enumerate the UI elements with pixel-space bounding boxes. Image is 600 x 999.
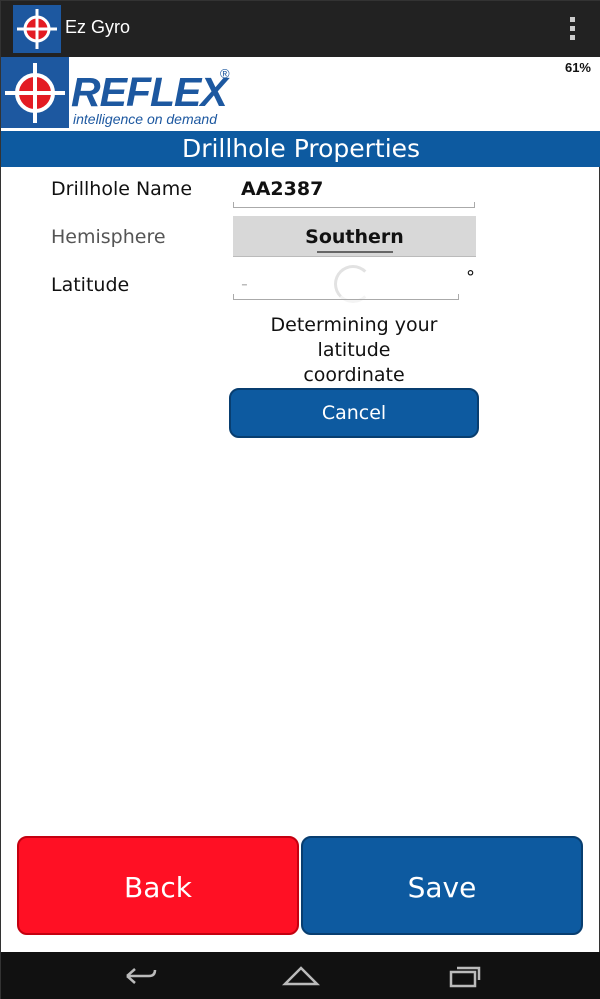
brand-header: REFLEX ® intelligence on demand 61%: [1, 57, 600, 131]
drillhole-name-input[interactable]: AA2387: [241, 178, 323, 200]
reflex-logo-icon: [1, 57, 69, 128]
hemisphere-label: Hemisphere: [51, 226, 166, 248]
hemisphere-value: Southern: [305, 226, 404, 248]
overflow-menu-icon[interactable]: [567, 17, 577, 43]
back-nav-icon[interactable]: [115, 962, 163, 990]
action-bar: Ez Gyro: [1, 1, 600, 57]
logo-wordmark: REFLEX: [71, 69, 228, 115]
status-line: Determining your: [270, 314, 438, 336]
latitude-underline: [233, 294, 459, 300]
latitude-label: Latitude: [51, 274, 130, 296]
latitude-unit: °: [466, 267, 475, 288]
back-button[interactable]: Back: [17, 836, 299, 935]
latitude-input[interactable]: -: [241, 273, 248, 295]
recent-apps-icon[interactable]: [441, 962, 489, 990]
battery-level: 61%: [564, 60, 591, 75]
loading-spinner-icon: [334, 265, 372, 303]
cancel-button[interactable]: Cancel: [229, 388, 479, 438]
save-button[interactable]: Save: [301, 836, 583, 935]
screen: Ez Gyro REFLEX ® intelligence on demand …: [0, 0, 600, 999]
status-line: latitude: [317, 339, 391, 361]
hemisphere-select-indicator: [317, 251, 393, 253]
page-title: Drillhole Properties: [1, 131, 600, 167]
logo-tagline: intelligence on demand: [73, 111, 217, 127]
drillhole-name-label: Drillhole Name: [51, 178, 193, 200]
location-status: Determining your latitude coordinate: [233, 313, 475, 388]
registered-mark: ®: [220, 66, 230, 81]
reflex-crosshair-icon[interactable]: [13, 5, 61, 53]
system-nav-bar: [1, 952, 600, 999]
home-nav-icon[interactable]: [277, 962, 325, 990]
status-line: coordinate: [303, 364, 405, 386]
drillhole-name-underline: [233, 202, 475, 208]
app-title: Ez Gyro: [65, 17, 131, 37]
